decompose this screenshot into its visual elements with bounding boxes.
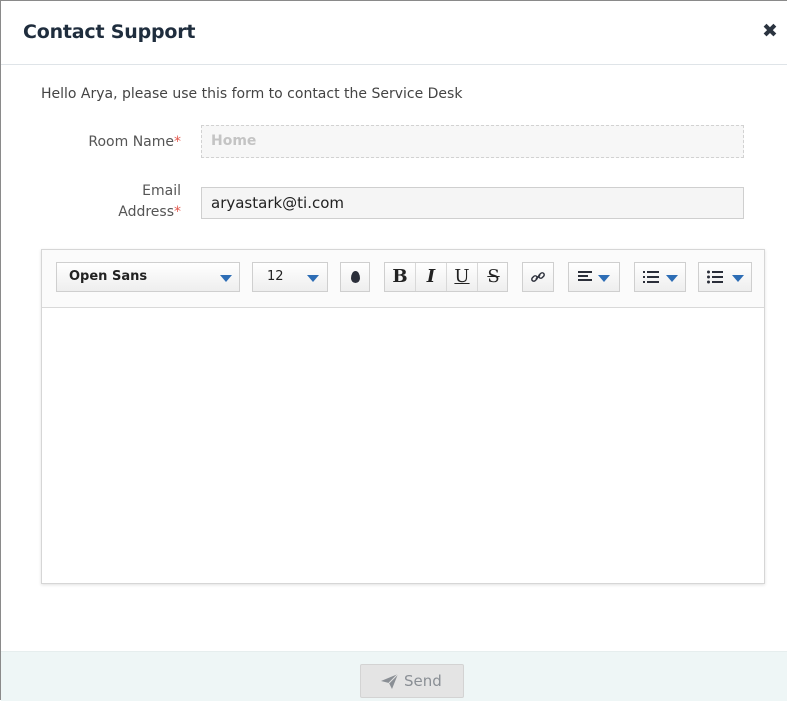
email-label-line1: Email: [142, 183, 181, 199]
text-color-icon: [351, 271, 360, 283]
room-name-label-text: Room Name: [88, 134, 174, 150]
text-style-group: B I U S: [384, 262, 508, 292]
text-color-button[interactable]: [340, 262, 370, 292]
chevron-down-icon: [666, 275, 678, 282]
message-body-editor[interactable]: [42, 308, 764, 583]
font-family-select[interactable]: Open Sans: [56, 262, 240, 292]
intro-text: Hello Arya, please use this form to cont…: [41, 86, 463, 102]
font-size-value: 12: [267, 269, 284, 284]
link-icon: [531, 272, 545, 282]
email-label-line2: Address: [118, 204, 174, 220]
close-icon[interactable]: ✖: [761, 22, 779, 41]
paper-plane-icon: [381, 674, 398, 689]
room-name-field: Home: [201, 125, 744, 158]
text-align-select[interactable]: [568, 262, 620, 292]
ordered-list-icon: [643, 271, 659, 283]
bullet-list-icon: [707, 270, 723, 284]
dialog-header: Contact Support ✖: [1, 1, 787, 65]
font-family-value: Open Sans: [69, 269, 148, 284]
underline-button[interactable]: U: [447, 263, 478, 291]
dialog-title: Contact Support: [23, 21, 196, 43]
send-button-label: Send: [404, 672, 442, 690]
bold-button[interactable]: B: [385, 263, 416, 291]
send-button[interactable]: Send: [360, 664, 464, 698]
rich-text-editor: Open Sans 12 B I U S: [41, 249, 765, 584]
email-address-label: Email Address*: [41, 181, 181, 223]
italic-button[interactable]: I: [416, 263, 447, 291]
room-name-label: Room Name*: [41, 132, 181, 153]
chevron-down-icon: [598, 275, 610, 282]
align-icon: [578, 271, 592, 283]
bullet-list-select[interactable]: [698, 262, 752, 292]
dialog-footer: Send: [1, 651, 787, 701]
chevron-down-icon: [732, 275, 744, 282]
contact-support-dialog: Contact Support ✖ Hello Arya, please use…: [0, 0, 787, 701]
required-asterisk: *: [174, 204, 181, 220]
chevron-down-icon: [220, 275, 232, 282]
ordered-list-select[interactable]: [634, 262, 686, 292]
editor-toolbar: Open Sans 12 B I U S: [42, 250, 764, 308]
email-address-field[interactable]: aryastark@ti.com: [201, 187, 744, 219]
required-asterisk: *: [174, 134, 181, 150]
insert-link-button[interactable]: [522, 262, 554, 292]
strikethrough-button[interactable]: S: [478, 263, 509, 291]
font-size-select[interactable]: 12: [252, 262, 328, 292]
chevron-down-icon: [307, 275, 319, 282]
